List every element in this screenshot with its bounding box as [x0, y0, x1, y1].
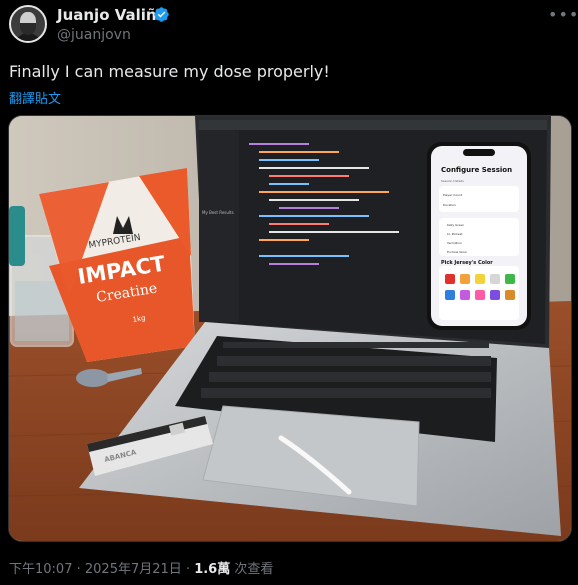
phone-list-1: Lt. Pinkest [447, 232, 463, 236]
jersey-swatch [445, 274, 455, 284]
tweet-footer: 下午10:07 · 2025年7月21日 · 1.6萬 次查看 [9, 558, 273, 577]
jersey-swatch [445, 290, 455, 300]
xcode-sidebar-label: My Best Results [202, 210, 234, 215]
jersey-swatch [475, 274, 485, 284]
phone-title: Configure Session [441, 166, 512, 174]
phone-row-1: Player Count [443, 193, 463, 197]
phone-list-2: Vermillion [447, 241, 462, 245]
jersey-swatch [475, 290, 485, 300]
phone-section: Pick Jersey's Color [441, 260, 493, 266]
translate-link[interactable]: 翻譯貼文 [9, 88, 61, 107]
tweet-photo[interactable]: MYPROTEIN IMPACT Creatine 1kg My Best Re… [8, 115, 572, 542]
jersey-swatch [505, 290, 515, 300]
bottle [9, 206, 25, 266]
jersey-swatch [460, 274, 470, 284]
jersey-swatch [505, 274, 515, 284]
jersey-swatch [460, 290, 470, 300]
more-horizontal-icon[interactable]: ••• [548, 5, 578, 24]
author-handle[interactable]: @juanjovn [57, 27, 131, 43]
photo-scene: MYPROTEIN IMPACT Creatine 1kg My Best Re… [9, 116, 571, 541]
jersey-swatch [490, 290, 500, 300]
tweet-date[interactable]: 2025年7月21日 [85, 562, 182, 577]
verified-badge-icon [154, 7, 169, 22]
views-label: 次查看 [230, 562, 274, 577]
phone-row-0: Session Details [441, 179, 464, 183]
author-name[interactable]: Juanjo Valiño [57, 6, 167, 24]
phone-list-0: Kelly Green [447, 223, 464, 227]
footer-separator: · [72, 562, 85, 577]
tweet-header: Juanjo Valiño @juanjovn ••• [0, 0, 578, 54]
jersey-swatch [490, 274, 500, 284]
avatar[interactable] [9, 5, 47, 43]
tweet-text: Finally I can measure my dose properly! [9, 62, 330, 81]
footer-separator-2: · [181, 562, 195, 577]
phone-list-3: Fuchsia Glow [447, 250, 467, 254]
views-count: 1.6萬 [194, 562, 231, 577]
phone-row-2: Duration [443, 203, 456, 207]
tweet-time[interactable]: 下午10:07 [9, 562, 72, 577]
